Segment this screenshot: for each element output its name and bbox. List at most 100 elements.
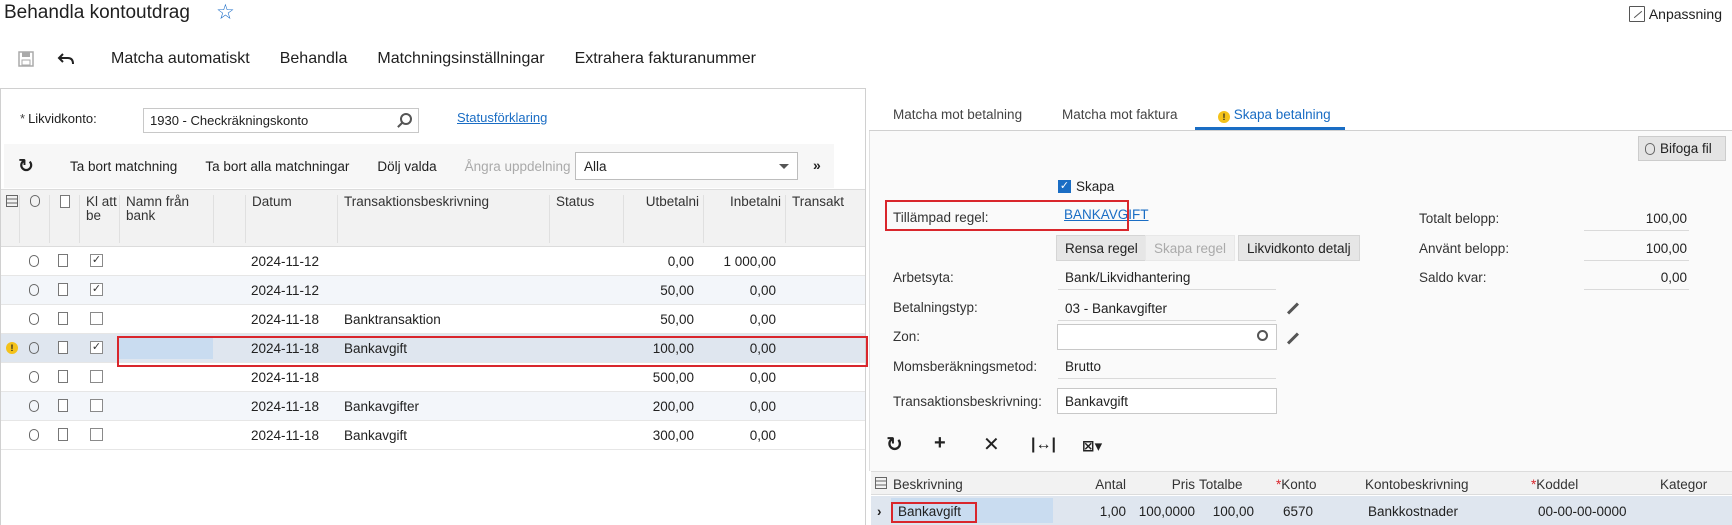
- add-icon[interactable]: +: [934, 432, 946, 455]
- line-total: 100,00: [1212, 504, 1254, 519]
- total-value: 100,00: [1645, 211, 1687, 226]
- extract-invoice-button[interactable]: Extrahera fakturanummer: [560, 50, 771, 68]
- note-icon[interactable]: [58, 399, 68, 412]
- note-icon[interactable]: [58, 283, 68, 296]
- table-row[interactable]: ✓ 2024-11-12 0,00 1 000,00: [1, 247, 865, 276]
- create-checkbox-wrap[interactable]: ✓ Skapa: [1058, 179, 1114, 194]
- fit-columns-icon[interactable]: |↔|: [1031, 436, 1056, 454]
- search-icon[interactable]: [400, 113, 412, 125]
- table-row[interactable]: 2024-11-18 Bankavgifter 200,00 0,00: [1, 392, 865, 421]
- remove-match-button[interactable]: Ta bort matchning: [56, 159, 191, 174]
- line-price: 100,0000: [1138, 504, 1195, 519]
- attachment-icon[interactable]: [29, 429, 39, 441]
- ready-checkbox[interactable]: ✓: [90, 341, 103, 354]
- attachment-icon[interactable]: [29, 371, 39, 383]
- customize-button[interactable]: Anpassning: [1628, 6, 1722, 22]
- row-in: 0,00: [749, 312, 776, 327]
- ready-checkbox[interactable]: [90, 428, 103, 441]
- col-transaction[interactable]: Transakt: [785, 195, 865, 243]
- table-row[interactable]: 2024-11-18 Banktransaktion 50,00 0,00: [1, 305, 865, 334]
- lines-grid-settings-icon[interactable]: [875, 477, 887, 492]
- status-legend-link[interactable]: Statusförklaring: [457, 110, 547, 125]
- payment-type-underline: [1058, 320, 1276, 321]
- create-rule-button[interactable]: Skapa regel: [1145, 235, 1236, 261]
- filter-select[interactable]: Alla: [575, 152, 798, 180]
- account-label: * Likvidkonto:: [20, 111, 97, 126]
- table-row[interactable]: 2024-11-18 Bankavgift 300,00 0,00: [1, 421, 865, 450]
- zone-search-icon[interactable]: [1257, 330, 1268, 341]
- lines-grid-row[interactable]: › Bankavgift 1,00 100,0000 100,00 6570 B…: [871, 496, 1732, 525]
- tab-create-payment[interactable]: ! Skapa betalning: [1218, 107, 1331, 123]
- row-desc: Bankavgifter: [344, 399, 420, 414]
- create-payment-form: [869, 131, 1732, 471]
- col-price[interactable]: Pris: [1131, 477, 1195, 492]
- col-date[interactable]: Datum: [245, 195, 337, 243]
- note-icon[interactable]: [58, 428, 68, 441]
- account-value: 1930 - Checkräkningskonto: [150, 113, 309, 128]
- col-in[interactable]: Inbetalni: [703, 195, 785, 243]
- ready-checkbox[interactable]: ✓: [90, 283, 103, 296]
- row-out: 500,00: [652, 370, 694, 385]
- table-row[interactable]: ✓ 2024-11-12 50,00 0,00: [1, 276, 865, 305]
- refresh-icon[interactable]: ↻: [18, 155, 36, 178]
- ready-checkbox[interactable]: ✓: [90, 254, 103, 267]
- note-icon[interactable]: [58, 254, 68, 267]
- note-icon[interactable]: [58, 312, 68, 325]
- ready-checkbox[interactable]: [90, 370, 103, 383]
- col-account-desc[interactable]: Kontobeskrivning: [1365, 477, 1469, 492]
- undo-icon[interactable]: [56, 49, 76, 69]
- table-row[interactable]: 2024-11-18 500,00 0,00: [1, 363, 865, 392]
- col-subaccount[interactable]: *Koddel: [1531, 477, 1578, 492]
- zone-input[interactable]: [1057, 324, 1277, 350]
- attachment-icon[interactable]: [29, 313, 39, 325]
- selected-row-highlight: [117, 336, 868, 367]
- remove-all-matches-button[interactable]: Ta bort alla matchningar: [191, 159, 363, 174]
- attach-file-button[interactable]: Bifoga fil: [1638, 136, 1726, 161]
- clear-rule-button[interactable]: Rensa regel: [1056, 235, 1147, 261]
- account-input[interactable]: 1930 - Checkräkningskonto: [143, 108, 419, 133]
- matching-settings-button[interactable]: Matchningsinställningar: [362, 50, 559, 68]
- note-icon[interactable]: [58, 370, 68, 383]
- grid-settings-icon[interactable]: [1, 195, 18, 243]
- col-bank-name[interactable]: Namn från bank: [119, 195, 213, 243]
- note-icon[interactable]: [58, 341, 68, 354]
- line-account-desc: Bankkostnader: [1368, 504, 1459, 519]
- col-category[interactable]: Kategor: [1660, 477, 1730, 492]
- grid-header: Kl att be Namn från bank Datum Transakti…: [1, 189, 865, 247]
- col-qty[interactable]: Antal: [1061, 477, 1126, 492]
- more-icon[interactable]: »: [813, 157, 821, 173]
- tab-match-invoice[interactable]: Matcha mot faktura: [1062, 107, 1178, 122]
- match-auto-button[interactable]: Matcha automatiskt: [96, 50, 265, 68]
- col-account[interactable]: *Konto: [1276, 477, 1317, 492]
- trans-desc-input[interactable]: Bankavgift: [1057, 388, 1277, 414]
- col-line-desc[interactable]: Beskrivning: [893, 477, 963, 492]
- tab-match-payment[interactable]: Matcha mot betalning: [893, 107, 1022, 122]
- warning-icon: !: [1218, 111, 1230, 123]
- undo-split-button[interactable]: Ångra uppdelning: [451, 159, 585, 174]
- account-details-button[interactable]: Likvidkonto detalj: [1238, 235, 1360, 261]
- payment-type-label: Betalningstyp:: [893, 300, 978, 315]
- create-label: Skapa: [1076, 179, 1115, 194]
- refresh-icon[interactable]: ↻: [886, 432, 903, 457]
- attachment-icon[interactable]: [29, 342, 39, 354]
- trans-desc-label: Transaktionsbeskrivning:: [893, 394, 1042, 409]
- export-excel-icon[interactable]: ⊠▾: [1082, 437, 1102, 455]
- save-icon[interactable]: [16, 49, 36, 69]
- col-total[interactable]: Totalbe: [1199, 477, 1259, 492]
- delete-icon[interactable]: ✕: [983, 432, 1000, 457]
- create-checkbox[interactable]: ✓: [1058, 180, 1071, 193]
- attachment-icon[interactable]: [29, 284, 39, 296]
- row-expand-icon[interactable]: ›: [877, 504, 882, 519]
- col-status[interactable]: Status: [549, 195, 623, 243]
- attachment-icon[interactable]: [29, 400, 39, 412]
- process-button[interactable]: Behandla: [265, 50, 363, 68]
- favorite-star-icon[interactable]: ☆: [216, 2, 235, 24]
- ready-checkbox[interactable]: [90, 312, 103, 325]
- col-description[interactable]: Transaktionsbeskrivning: [337, 195, 549, 243]
- ready-checkbox[interactable]: [90, 399, 103, 412]
- row-date: 2024-11-18: [251, 428, 320, 443]
- hide-selected-button[interactable]: Dölj valda: [363, 159, 450, 174]
- col-ready[interactable]: Kl att be: [79, 195, 119, 243]
- attachment-icon[interactable]: [29, 255, 39, 267]
- col-out[interactable]: Utbetalni: [623, 195, 703, 243]
